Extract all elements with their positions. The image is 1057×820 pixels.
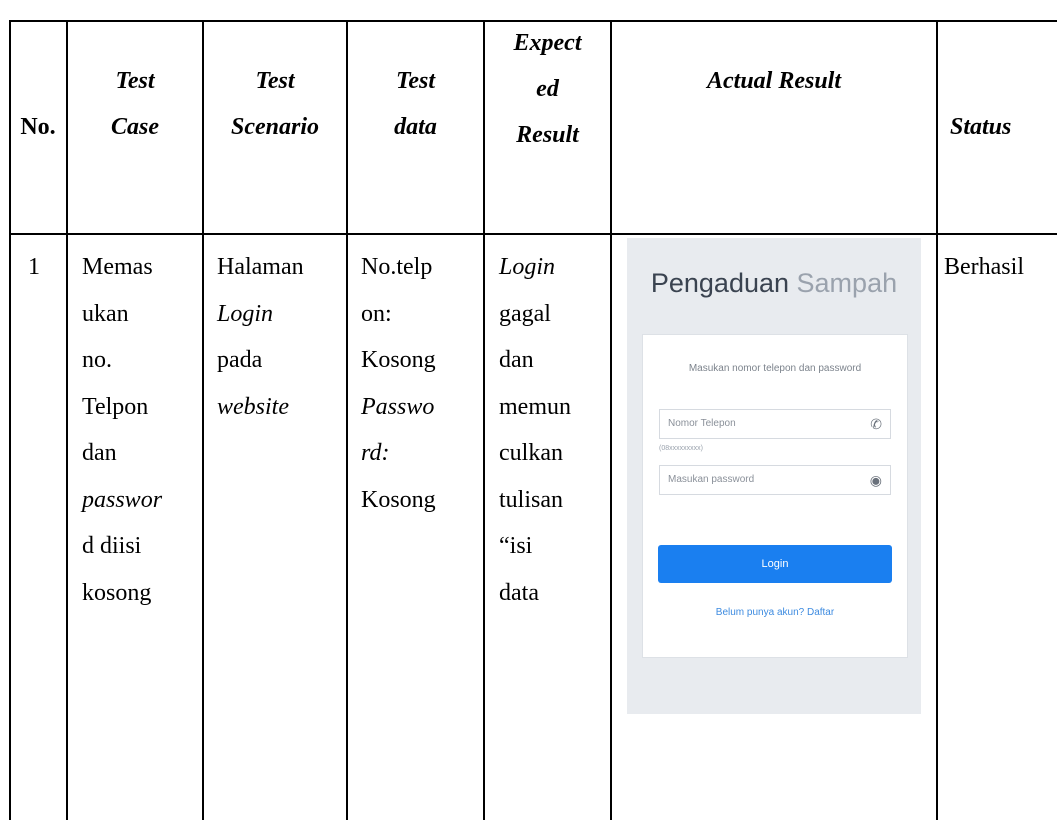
cell-text: data (499, 579, 539, 606)
cell-text: dan (499, 347, 534, 373)
cell-text: Passwo (361, 393, 435, 420)
app-title: Pengaduan Sampah (627, 268, 921, 299)
cell-text: culkan (499, 440, 563, 466)
cell-text: rd: (361, 440, 390, 466)
cell-text: pada (217, 347, 263, 373)
header-no: No. (10, 104, 66, 150)
cell-text: tulisan (499, 486, 563, 513)
header-row-divider (9, 233, 1057, 235)
cell-text: Memas (82, 254, 153, 280)
phone-field[interactable]: Nomor Telepon ✆ (659, 409, 891, 439)
status-text: Berhasil (944, 254, 1024, 280)
header-expected-result: Expect ed Result (485, 20, 610, 158)
header-text: Status (950, 114, 1012, 140)
header-text: Test (255, 68, 295, 94)
cell-expected-result: Login gagal dan memun culkan tulisan “is… (499, 244, 571, 616)
cell-text: Halaman (217, 254, 304, 280)
cell-text: d diisi (82, 533, 142, 559)
cell-text: gagal (499, 300, 551, 327)
header-test-case: Test Case (68, 58, 202, 150)
phone-placeholder: Nomor Telepon (668, 418, 736, 429)
header-test-data: Test data (348, 58, 483, 150)
cell-test-data: No.telp on: Kosong Passwo rd: Kosong (361, 244, 436, 523)
cell-status: Berhasil (944, 244, 1024, 291)
test-table: No. Test Case Test Scenario Test data Ex… (0, 0, 1057, 820)
cell-text: 1 (28, 254, 40, 280)
cell-test-case: Memas ukan no. Telpon dan passwor d diis… (82, 244, 162, 616)
header-text: Test (115, 68, 155, 94)
cell-text: no. (82, 347, 112, 373)
cell-text: Telpon (82, 393, 149, 420)
header-text: Expect (513, 30, 582, 56)
cell-text: passwor (82, 486, 163, 513)
cell-text: kosong (82, 579, 152, 606)
column-border (610, 20, 612, 820)
cell-text: ukan (82, 300, 129, 327)
cell-text: Login (217, 300, 274, 327)
cell-test-scenario: Halaman Login pada website (217, 244, 304, 430)
login-card: Masukan nomor telepon dan password Nomor… (642, 334, 908, 658)
signup-link[interactable]: Belum punya akun? Daftar (643, 607, 907, 618)
password-placeholder: Masukan password (668, 474, 755, 485)
header-text: Test (395, 68, 436, 94)
cell-text: website (217, 393, 289, 420)
app-title-light: Sampah (796, 268, 898, 298)
actual-result-screenshot: Pengaduan Sampah Masukan nomor telepon d… (627, 238, 921, 714)
password-field[interactable]: Masukan password ◉ (659, 465, 891, 495)
cell-no: 1 (28, 244, 40, 291)
header-text: ed (536, 76, 559, 102)
cell-text: “isi (499, 533, 533, 559)
cell-text: dan (82, 440, 117, 466)
header-status: Status (938, 104, 1057, 150)
eye-icon: ◉ (869, 472, 882, 488)
header-actual-result: Actual Result (612, 58, 936, 104)
login-button[interactable]: Login (658, 545, 892, 583)
cell-text: Kosong (361, 486, 436, 513)
app-title-bold: Pengaduan (650, 268, 790, 298)
cell-text: Login (499, 254, 556, 280)
header-text: Scenario (230, 114, 319, 140)
header-text: Actual Result (706, 68, 842, 94)
cell-text: memun (499, 393, 571, 420)
header-text: Result (516, 122, 579, 148)
header-no-text: No. (20, 114, 56, 140)
phone-icon: ✆ (870, 416, 882, 432)
cell-text: on: (361, 300, 392, 327)
header-test-scenario: Test Scenario (204, 58, 346, 150)
phone-hint: (08xxxxxxxxx) (659, 445, 703, 452)
cell-text: Kosong (361, 347, 436, 373)
header-text: data (394, 114, 437, 140)
cell-text: No.telp (361, 254, 433, 280)
header-text: Case (111, 114, 159, 140)
login-subtitle: Masukan nomor telepon dan password (688, 363, 862, 374)
